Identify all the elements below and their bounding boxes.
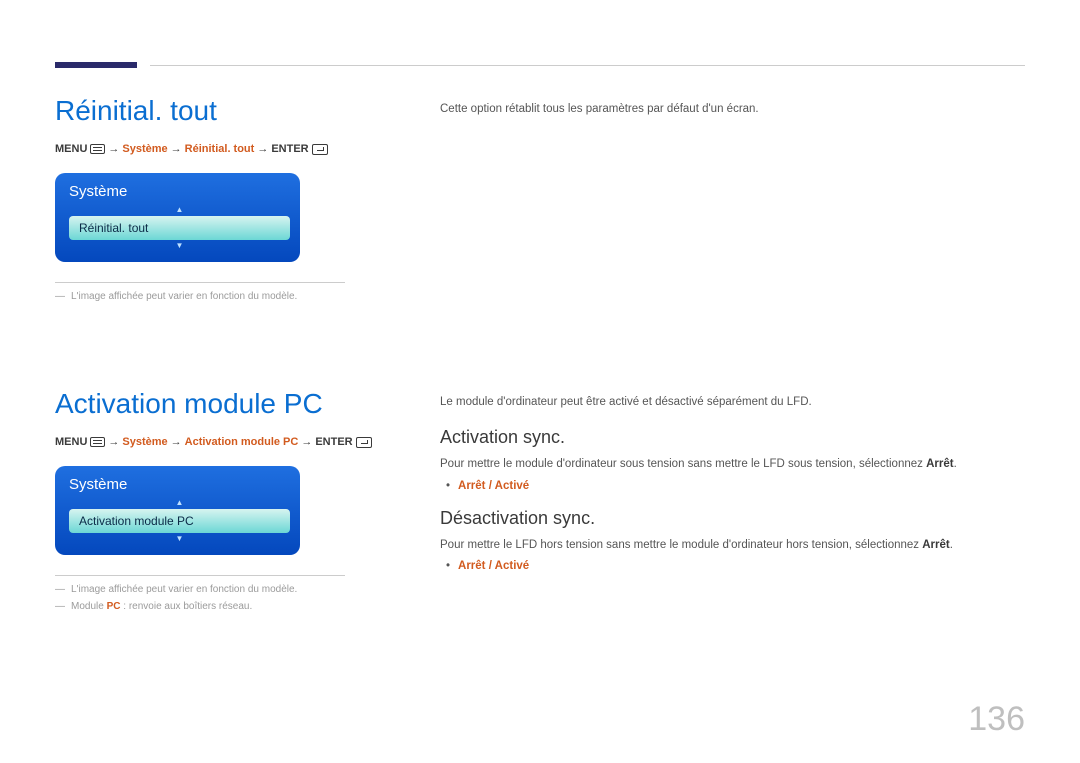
section-reinitial: Réinitial. tout MENU → Système → Réiniti…	[55, 95, 1025, 308]
breadcrumb-reinitial: MENU → Système → Réinitial. tout → ENTER	[55, 143, 400, 155]
section2-intro: Le module d'ordinateur peut être activé …	[440, 394, 1025, 411]
footnote-image-vary-2: ― L'image affichée peut varier en foncti…	[55, 584, 400, 595]
bc-menu-label: MENU	[55, 143, 87, 155]
bc-systeme: Système	[122, 143, 167, 155]
footnote-text: L'image affichée peut varier en fonction…	[71, 291, 297, 302]
menu-icon	[90, 144, 105, 154]
arrow-icon: →	[108, 143, 119, 155]
text-pre: Pour mettre le LFD hors tension sans met…	[440, 539, 922, 551]
bc-menu-label: MENU	[55, 436, 87, 448]
chevron-up-icon: ▲	[69, 499, 290, 507]
chevron-up-icon: ▲	[69, 206, 290, 214]
breadcrumb-activation: MENU → Système → Activation module PC → …	[55, 436, 400, 448]
footnote-dash-icon: ―	[55, 601, 65, 612]
page-number: 136	[968, 700, 1025, 739]
arrow-icon: →	[301, 436, 312, 448]
osd-title: Système	[69, 476, 290, 493]
desactivation-sync-text: Pour mettre le LFD hors tension sans met…	[440, 537, 1025, 554]
bullet-icon: •	[446, 560, 450, 572]
osd-row-reinitial: Réinitial. tout	[69, 216, 290, 240]
divider	[55, 575, 345, 576]
section1-description: Cette option rétablit tous les paramètre…	[440, 101, 1025, 118]
menu-icon	[90, 437, 105, 447]
options-row-desactivation: • Arrêt / Activé	[446, 560, 1025, 572]
arrow-icon: →	[171, 436, 182, 448]
arrow-icon: →	[108, 436, 119, 448]
options-row-activation: • Arrêt / Activé	[446, 480, 1025, 492]
osd-panel-activation: Système ▲ Activation module PC ▼	[55, 466, 300, 555]
footnote-image-vary-1: ― L'image affichée peut varier en foncti…	[55, 291, 400, 302]
chevron-down-icon: ▼	[69, 242, 290, 250]
chevron-down-icon: ▼	[69, 535, 290, 543]
footnote-dash-icon: ―	[55, 584, 65, 595]
heading-activation-sync: Activation sync.	[440, 427, 1025, 448]
text-bold-arret: Arrêt	[926, 458, 953, 470]
section2-title: Activation module PC	[55, 388, 400, 420]
bullet-icon: •	[446, 480, 450, 492]
section-activation-pc: Activation module PC MENU → Système → Ac…	[55, 388, 1025, 618]
options-values: Arrêt / Activé	[458, 560, 529, 572]
divider	[55, 282, 345, 283]
enter-icon	[356, 437, 372, 448]
osd-panel-reinitial: Système ▲ Réinitial. tout ▼	[55, 173, 300, 262]
bc-item: Réinitial. tout	[185, 143, 255, 155]
text-pre: Pour mettre le module d'ordinateur sous …	[440, 458, 926, 470]
footnote2-post: : renvoie aux boîtiers réseau.	[123, 601, 252, 612]
bc-item: Activation module PC	[185, 436, 299, 448]
bc-systeme: Système	[122, 436, 167, 448]
enter-icon	[312, 144, 328, 155]
arrow-icon: →	[171, 143, 182, 155]
heading-desactivation-sync: Désactivation sync.	[440, 508, 1025, 529]
osd-title: Système	[69, 183, 290, 200]
header-accent-bar	[55, 62, 137, 68]
options-values: Arrêt / Activé	[458, 480, 529, 492]
bc-enter-label: ENTER	[271, 143, 308, 155]
osd-row-activation: Activation module PC	[69, 509, 290, 533]
footnote-dash-icon: ―	[55, 291, 65, 302]
bc-enter-label: ENTER	[315, 436, 352, 448]
arrow-icon: →	[257, 143, 268, 155]
header-rule	[150, 65, 1025, 66]
footnote2-pre: Module	[71, 601, 104, 612]
footnote2-pc: PC	[107, 601, 121, 612]
footnote-module-pc: ― Module PC : renvoie aux boîtiers résea…	[55, 601, 400, 612]
section1-title: Réinitial. tout	[55, 95, 400, 127]
footnote-text: L'image affichée peut varier en fonction…	[71, 584, 297, 595]
activation-sync-text: Pour mettre le module d'ordinateur sous …	[440, 456, 1025, 473]
footnote-text: Module PC : renvoie aux boîtiers réseau.	[71, 601, 252, 612]
text-bold-arret: Arrêt	[922, 539, 949, 551]
